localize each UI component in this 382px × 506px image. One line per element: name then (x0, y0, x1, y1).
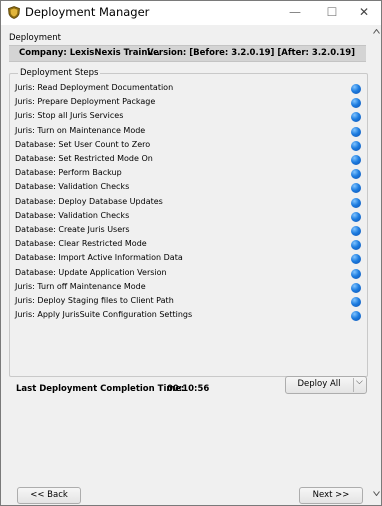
status-indicator-icon (351, 155, 361, 165)
step-row: Database: Set Restricted Mode On (10, 153, 367, 167)
step-label: Juris: Apply JurisSuite Configuration Se… (15, 310, 193, 320)
status-indicator-icon (351, 169, 361, 180)
step-row: Database: Update Application Version (10, 267, 367, 281)
step-row: Juris: Stop all Juris Services (10, 110, 367, 124)
scroll-up-arrow-icon[interactable] (373, 29, 380, 34)
step-row: Juris: Prepare Deployment Package (10, 96, 367, 110)
status-indicator-icon (351, 183, 361, 194)
status-indicator-icon (351, 211, 361, 222)
section-label: Deployment (9, 33, 61, 43)
step-label: Database: Validation Checks (15, 210, 130, 220)
scroll-down-arrow-icon[interactable] (373, 491, 380, 496)
deployment-manager-window: Deployment Manager — ☐ ✕ Deployment Comp… (0, 0, 382, 506)
status-indicator-icon (351, 311, 361, 322)
status-indicator-icon (351, 126, 361, 137)
status-indicator-icon (351, 197, 361, 208)
step-label: Database: Import Active Information Data (15, 253, 183, 263)
step-row: Database: Create Juris Users (10, 224, 367, 238)
next-button[interactable]: Next >> (299, 487, 363, 504)
steps-legend: Deployment Steps (18, 68, 101, 78)
navigation-bar: << Back Next >> (1, 477, 381, 505)
step-label: Database: Create Juris Users (15, 225, 130, 234)
status-indicator-icon (351, 268, 361, 279)
status-indicator-icon (351, 140, 361, 151)
info-bar: Company: LexisNexis Traini... Version: [… (9, 45, 366, 62)
deployment-steps-group: Deployment Steps Juris: Read Deployment … (9, 68, 368, 394)
title-bar: Deployment Manager — ☐ ✕ (1, 1, 381, 25)
back-button[interactable]: << Back (17, 487, 81, 504)
app-shield-icon (8, 6, 20, 19)
completion-time-value: 00:10:56 (167, 384, 210, 394)
step-row: Juris: Deploy Staging files to Client Pa… (10, 295, 367, 309)
status-indicator-icon (351, 226, 361, 236)
step-label: Database: Validation Checks (15, 182, 130, 192)
step-label: Juris: Prepare Deployment Package (15, 97, 156, 107)
step-label: Juris: Deploy Staging files to Client Pa… (15, 296, 174, 305)
step-row: Database: Validation Checks (10, 210, 367, 224)
status-indicator-icon (351, 240, 361, 251)
deploy-split-divider (353, 378, 354, 392)
step-label: Juris: Turn on Maintenance Mode (15, 125, 146, 135)
step-label: Database: Update Application Version (15, 267, 167, 277)
chevron-down-icon[interactable]: ⌵ (356, 377, 363, 387)
step-label: Juris: Turn off Maintenance Mode (15, 281, 146, 291)
step-label: Database: Set User Count to Zero (15, 139, 151, 149)
step-row: Database: Import Active Information Data (10, 252, 367, 266)
step-row: Database: Perform Backup (10, 167, 367, 181)
step-row: Juris: Turn off Maintenance Mode (10, 281, 367, 295)
version-info: Version: [Before: 3.2.0.19] [After: 3.2.… (147, 48, 356, 58)
step-label: Juris: Read Deployment Documentation (15, 83, 174, 92)
step-row: Juris: Read Deployment Documentation (10, 82, 367, 96)
step-label: Juris: Stop all Juris Services (15, 111, 124, 121)
status-indicator-icon (351, 254, 361, 265)
close-button[interactable]: ✕ (347, 1, 381, 25)
maximize-button[interactable]: ☐ (315, 1, 349, 25)
step-label: Database: Clear Restricted Mode (15, 239, 147, 249)
step-label: Database: Perform Backup (15, 168, 122, 178)
status-indicator-icon (351, 112, 361, 123)
completion-time-label: Last Deployment Completion Time: (16, 384, 185, 394)
step-row: Database: Set User Count to Zero (10, 139, 367, 153)
window-title: Deployment Manager (25, 5, 150, 19)
step-row: Database: Clear Restricted Mode (10, 238, 367, 252)
status-indicator-icon (351, 282, 361, 293)
step-label: Database: Set Restricted Mode On (15, 154, 153, 163)
step-row: Juris: Apply JurisSuite Configuration Se… (10, 309, 367, 323)
status-indicator-icon (351, 84, 361, 94)
deployment-panel: Deployment Company: LexisNexis Traini...… (1, 25, 381, 505)
company-info: Company: LexisNexis Traini... (19, 48, 160, 58)
minimize-button[interactable]: — (278, 1, 312, 25)
status-indicator-icon (351, 98, 361, 109)
step-label: Database: Deploy Database Updates (15, 196, 163, 206)
status-indicator-icon (351, 297, 361, 307)
step-row: Juris: Turn on Maintenance Mode (10, 125, 367, 139)
deploy-all-button[interactable]: Deploy All ⌵ (285, 376, 367, 394)
deploy-all-label: Deploy All (297, 379, 341, 389)
step-row: Database: Deploy Database Updates (10, 196, 367, 210)
step-row: Database: Validation Checks (10, 181, 367, 195)
